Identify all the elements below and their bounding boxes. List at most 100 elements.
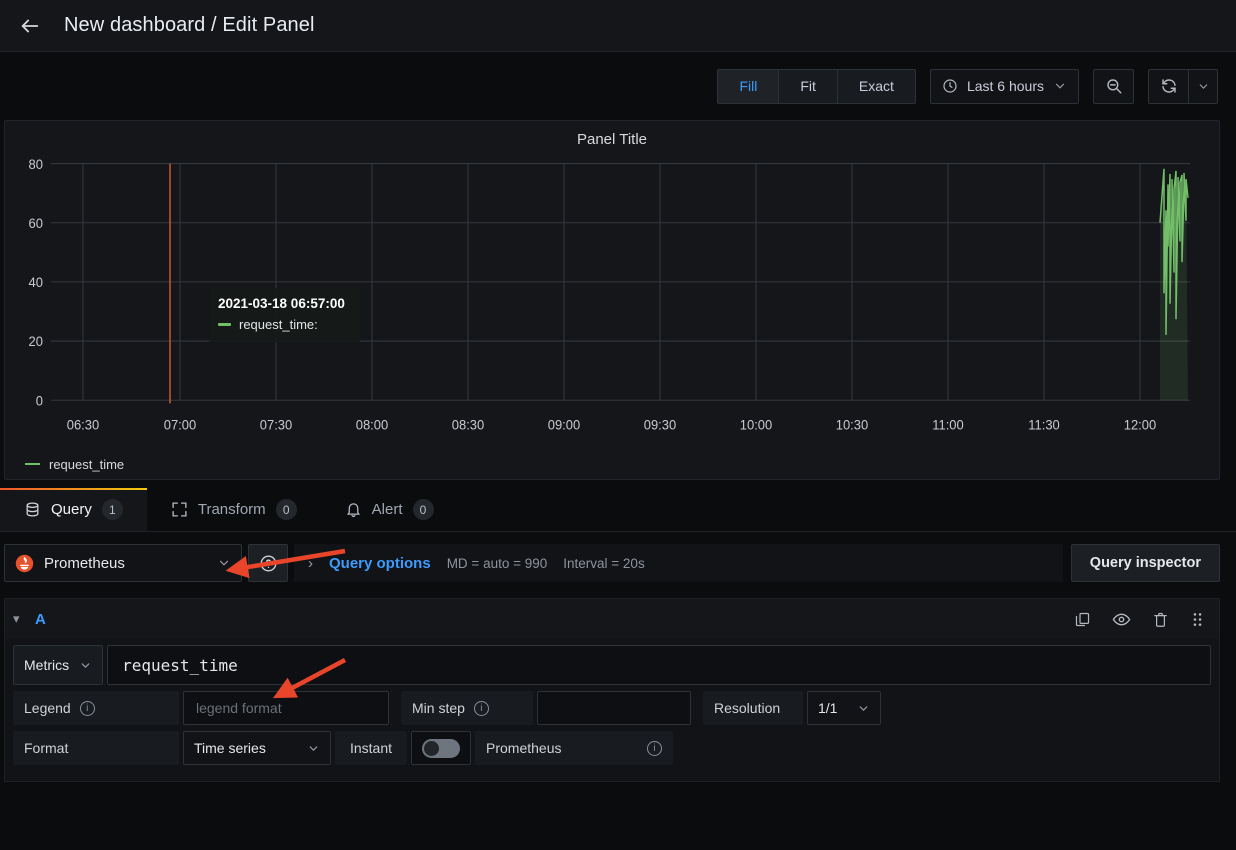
query-expression-input[interactable]: request_time bbox=[107, 645, 1211, 685]
format-dropdown[interactable]: Time series bbox=[183, 731, 331, 765]
legend-line: Legend i legend format Min step i Resolu… bbox=[13, 691, 1219, 725]
editor-tabs: Query 1 Transform 0 Alert 0 bbox=[0, 488, 1236, 532]
min-step-input[interactable] bbox=[537, 691, 691, 725]
min-step-field-label: Min step i bbox=[401, 691, 533, 725]
tab-alert-label: Alert bbox=[371, 501, 403, 518]
panel-size-mode-group: Fill Fit Exact bbox=[717, 68, 916, 104]
query-options-expand-button[interactable]: › bbox=[308, 555, 313, 572]
chevron-down-icon bbox=[859, 705, 868, 711]
format-value: Time series bbox=[194, 740, 266, 756]
duplicate-query-button[interactable] bbox=[1074, 611, 1091, 628]
size-mode-fill-button[interactable]: Fill bbox=[717, 68, 780, 104]
tab-query-label: Query bbox=[51, 501, 92, 518]
back-button[interactable] bbox=[12, 8, 48, 44]
svg-text:20: 20 bbox=[29, 334, 43, 349]
query-collapse-button[interactable]: ▾ bbox=[13, 611, 35, 627]
drag-query-handle[interactable] bbox=[1190, 611, 1205, 628]
refresh-group bbox=[1148, 68, 1218, 104]
instant-toggle-knob bbox=[424, 740, 439, 756]
query-fields: Metrics request_time Legend i legend for… bbox=[5, 639, 1219, 781]
clock-icon bbox=[943, 79, 957, 93]
delete-query-button[interactable] bbox=[1152, 611, 1169, 628]
datasource-picker[interactable]: Prometheus bbox=[4, 544, 242, 582]
instant-label-text: Instant bbox=[349, 740, 393, 756]
format-field-label: Format bbox=[13, 731, 179, 765]
svg-text:10:30: 10:30 bbox=[836, 417, 869, 432]
query-options-label[interactable]: Query options bbox=[329, 555, 431, 572]
expression-line: Metrics request_time bbox=[13, 645, 1219, 685]
prometheus-logo-icon bbox=[15, 554, 34, 572]
drag-handle-icon bbox=[1193, 612, 1202, 626]
query-editor: Prometheus › Query options MD = auto = 9… bbox=[0, 532, 1236, 850]
chevron-down-icon bbox=[309, 745, 318, 751]
time-range-label: Last 6 hours bbox=[966, 78, 1044, 94]
resolution-value: 1/1 bbox=[818, 700, 838, 716]
resolution-dropdown[interactable]: 1/1 bbox=[807, 691, 881, 725]
query-datasource-info-icon[interactable]: i bbox=[647, 740, 662, 756]
datasource-help-button[interactable] bbox=[248, 544, 288, 582]
time-range-picker[interactable]: Last 6 hours bbox=[929, 68, 1079, 104]
svg-text:60: 60 bbox=[29, 216, 43, 231]
x-axis-ticks: 06:30 07:00 07:30 08:00 08:30 09:00 09:3… bbox=[67, 417, 1157, 432]
svg-text:11:00: 11:00 bbox=[932, 417, 964, 432]
svg-text:10:00: 10:00 bbox=[740, 417, 773, 432]
interval-info: Interval = 20s bbox=[563, 555, 645, 571]
time-series-plot[interactable]: 80 60 40 20 0 06:30 07:00 07:30 08:00 08… bbox=[5, 148, 1219, 449]
query-row-a: ▾ A Metrics request_time Legend i legend… bbox=[4, 598, 1220, 782]
legend-color-icon bbox=[25, 463, 40, 465]
svg-text:0: 0 bbox=[36, 393, 43, 408]
svg-text:09:30: 09:30 bbox=[644, 417, 677, 432]
svg-text:80: 80 bbox=[29, 157, 43, 172]
svg-text:06:30: 06:30 bbox=[67, 417, 100, 432]
bell-icon bbox=[345, 501, 362, 518]
metrics-browser-dropdown[interactable]: Metrics bbox=[13, 645, 104, 685]
series-request_time bbox=[1159, 168, 1189, 401]
refresh-button[interactable] bbox=[1148, 68, 1189, 104]
svg-text:11:30: 11:30 bbox=[1028, 417, 1060, 432]
size-mode-fit-button[interactable]: Fit bbox=[778, 68, 838, 104]
size-mode-exact-button[interactable]: Exact bbox=[836, 68, 916, 104]
tab-alert[interactable]: Alert 0 bbox=[321, 488, 458, 531]
refresh-interval-button[interactable] bbox=[1188, 68, 1218, 104]
chevron-down-icon bbox=[81, 662, 90, 668]
grafana-edit-panel: New dashboard / Edit Panel Fill Fit Exac… bbox=[0, 0, 1236, 850]
tab-alert-count: 0 bbox=[412, 499, 434, 520]
plot-canvas: 80 60 40 20 0 06:30 07:00 07:30 08:00 08… bbox=[29, 157, 1190, 432]
legend-field-label: Legend i bbox=[13, 691, 179, 725]
resolution-label-text: Resolution bbox=[714, 700, 781, 716]
help-circle-icon bbox=[260, 555, 276, 571]
svg-text:08:00: 08:00 bbox=[356, 417, 389, 432]
tab-transform-label: Transform bbox=[197, 501, 266, 518]
metrics-label: Metrics bbox=[24, 657, 70, 673]
query-inspector-button[interactable]: Query inspector bbox=[1070, 544, 1220, 582]
zoom-out-icon bbox=[1106, 79, 1121, 94]
instant-toggle[interactable] bbox=[411, 731, 471, 765]
panel-legend[interactable]: request_time bbox=[5, 449, 1219, 479]
min-step-info-icon[interactable]: i bbox=[473, 700, 489, 716]
arrow-left-icon bbox=[21, 19, 39, 32]
trash-icon bbox=[1154, 612, 1167, 627]
legend-format-input[interactable]: legend format bbox=[183, 691, 389, 725]
zoom-out-button[interactable] bbox=[1093, 68, 1134, 104]
panel-title: Panel Title bbox=[576, 131, 648, 148]
resolution-field-label: Resolution bbox=[703, 691, 803, 725]
tab-query[interactable]: Query 1 bbox=[0, 488, 147, 531]
datasource-row: Prometheus › Query options MD = auto = 9… bbox=[4, 544, 1220, 582]
top-navbar: New dashboard / Edit Panel bbox=[0, 0, 1236, 52]
svg-text:07:00: 07:00 bbox=[164, 417, 197, 432]
toggle-query-visibility-button[interactable] bbox=[1112, 610, 1131, 629]
query-datasource-label: Prometheus i bbox=[475, 731, 673, 765]
max-data-points-info: MD = auto = 990 bbox=[446, 555, 548, 571]
legend-info-icon[interactable]: i bbox=[79, 700, 95, 716]
svg-text:12:00: 12:00 bbox=[1124, 417, 1157, 432]
eye-icon bbox=[1112, 613, 1131, 625]
svg-text:40: 40 bbox=[29, 275, 43, 290]
format-line: Format Time series Instant Prometheus i bbox=[13, 731, 1219, 765]
query-row-actions bbox=[1074, 610, 1205, 629]
tab-transform[interactable]: Transform 0 bbox=[147, 488, 321, 531]
svg-text:07:30: 07:30 bbox=[260, 417, 293, 432]
query-ref-id[interactable]: A bbox=[35, 611, 46, 628]
instant-field-label: Instant bbox=[335, 731, 407, 765]
refresh-icon bbox=[1161, 79, 1176, 93]
legend-series-label[interactable]: request_time bbox=[49, 457, 124, 472]
